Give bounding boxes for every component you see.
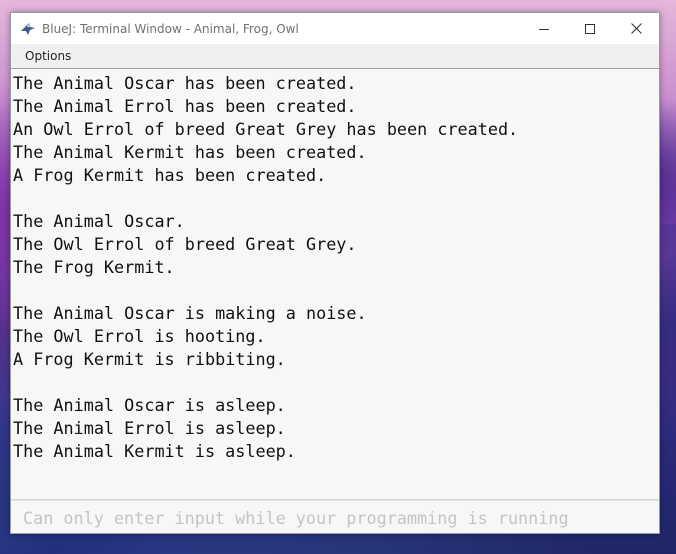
close-button[interactable] xyxy=(613,13,659,44)
minimize-button[interactable] xyxy=(521,13,567,44)
bluej-bird-icon xyxy=(20,21,36,37)
close-icon xyxy=(630,19,642,38)
output-line: The Animal Errol is asleep. xyxy=(13,418,286,438)
output-line: The Animal Oscar is making a noise. xyxy=(13,303,367,323)
menu-options[interactable]: Options xyxy=(11,44,85,68)
output-line: A Frog Kermit has been created. xyxy=(13,165,327,185)
terminal-input-field[interactable] xyxy=(23,508,643,528)
minimize-icon xyxy=(539,19,549,38)
maximize-icon xyxy=(585,19,595,38)
output-line: A Frog Kermit is ribbiting. xyxy=(13,349,286,369)
output-line: The Animal Errol has been created. xyxy=(13,96,357,116)
output-line: The Animal Oscar has been created. xyxy=(13,73,357,93)
terminal-window: BlueJ: Terminal Window - Animal, Frog, O… xyxy=(10,12,660,534)
output-line: An Owl Errol of breed Great Grey has bee… xyxy=(13,119,519,139)
output-line: The Owl Errol is hooting. xyxy=(13,326,266,346)
window-controls xyxy=(521,13,659,44)
output-line: The Owl Errol of breed Great Grey. xyxy=(13,234,357,254)
output-line: The Animal Oscar. xyxy=(13,211,185,231)
output-line: The Animal Kermit is asleep. xyxy=(13,441,296,461)
output-line: The Animal Oscar is asleep. xyxy=(13,395,286,415)
terminal-output[interactable]: The Animal Oscar has been created. The A… xyxy=(11,69,659,499)
menu-bar: Options xyxy=(11,44,659,69)
output-line: The Frog Kermit. xyxy=(13,257,175,277)
output-line: The Animal Kermit has been created. xyxy=(13,142,367,162)
title-bar[interactable]: BlueJ: Terminal Window - Animal, Frog, O… xyxy=(11,13,659,44)
input-bar xyxy=(11,500,659,533)
window-title: BlueJ: Terminal Window - Animal, Frog, O… xyxy=(42,21,299,36)
maximize-button[interactable] xyxy=(567,13,613,44)
